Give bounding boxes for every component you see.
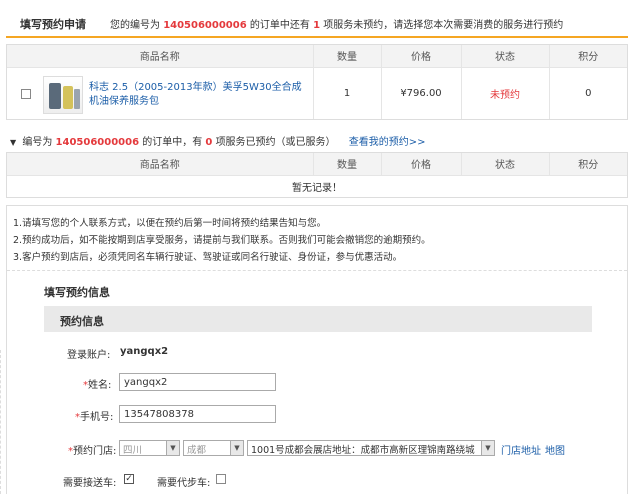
name-field[interactable] <box>119 373 276 391</box>
account-value: yangqx2 <box>120 346 169 357</box>
col-points: 积分 <box>549 153 627 175</box>
col-points: 积分 <box>549 45 627 67</box>
product-link[interactable]: 科志 2.5（2005-2013年款）美孚5W30全合成机油保养服务包 <box>89 81 309 109</box>
table-row: 科志 2.5（2005-2013年款）美孚5W30全合成机油保养服务包 1 ¥7… <box>7 66 627 119</box>
store-select[interactable]: 1001号成都会展店地址：成都市高新区理锦南路绕城 ▼ <box>247 440 495 456</box>
booked-services-heading: ▼ 编号为 140506000006 的订单中，有 0 项服务已预约（或已服务）… <box>10 137 426 148</box>
phone-field[interactable] <box>119 405 276 423</box>
form-section-title: 填写预约信息 <box>44 286 110 299</box>
select-service-checkbox[interactable] <box>21 88 31 99</box>
col-status: 状态 <box>461 45 550 67</box>
booked-services-table: 商品名称 数量 价格 状态 积分 暂无记录！ <box>6 152 628 198</box>
view-my-bookings-link[interactable]: 查看我的预约>> <box>349 137 426 148</box>
note-2: 2.预约成功后，如不能按期到店享受服务，请提前与我们联系。否则我们可能会撤销您的… <box>13 235 431 246</box>
col-quantity: 数量 <box>313 45 382 67</box>
booked-count: 0 <box>205 137 213 148</box>
pending-services-table: 商品名称 数量 价格 状态 积分 科志 2.5（2005-2013年款）美孚5W… <box>6 44 628 120</box>
points-cell: 0 <box>549 66 627 119</box>
product-image <box>43 75 83 114</box>
pickup-label: 需要接送车: <box>63 478 117 489</box>
pickup-checkbox[interactable] <box>124 474 134 484</box>
booking-form-panel: 1.请填写您的个人联系方式，以便在预约后第一时间将预约结果告知与您。 2.预约成… <box>6 205 628 494</box>
note-1: 1.请填写您的个人联系方式，以便在预约后第一时间将预约结果告知与您。 <box>13 218 327 229</box>
form-panel-title: 预约信息 <box>60 315 104 328</box>
chevron-down-icon: ▼ <box>481 441 494 455</box>
page-title: 填写预约申请 <box>20 18 86 31</box>
substitute-car-checkbox[interactable] <box>216 474 226 484</box>
divider <box>0 350 1 494</box>
divider <box>7 270 627 271</box>
account-label: 登录账户: <box>67 350 111 361</box>
remaining-count: 1 <box>313 20 321 31</box>
chevron-down-icon: ▼ <box>10 138 17 147</box>
col-product-name: 商品名称 <box>7 153 314 175</box>
substitute-car-label: 需要代步车: <box>157 478 211 489</box>
province-select[interactable]: 四川 ▼ <box>119 440 180 456</box>
phone-label: *手机号: <box>75 412 114 423</box>
order-summary: 您的编号为 140506000006 的订单中还有 1 项服务未预约，请选择您本… <box>110 20 564 31</box>
booked-order-number: 140506000006 <box>55 137 140 148</box>
name-label: *姓名: <box>83 380 112 391</box>
col-price: 价格 <box>381 153 462 175</box>
city-select[interactable]: 成都 ▼ <box>183 440 244 456</box>
status-cell: 未预约 <box>461 66 550 119</box>
form-panel-header: 预约信息 <box>44 306 592 332</box>
quantity-cell: 1 <box>313 66 382 119</box>
map-link[interactable]: 地图 <box>545 442 565 457</box>
col-quantity: 数量 <box>313 153 382 175</box>
empty-record-text: 暂无记录！ <box>7 174 627 197</box>
chevron-down-icon: ▼ <box>166 441 179 455</box>
price-cell: ¥796.00 <box>381 66 462 119</box>
product-cell: 科志 2.5（2005-2013年款）美孚5W30全合成机油保养服务包 <box>7 66 314 119</box>
col-status: 状态 <box>461 153 550 175</box>
page-header: 填写预约申请 您的编号为 140506000006 的订单中还有 1 项服务未预… <box>6 6 628 38</box>
order-number: 140506000006 <box>163 20 247 31</box>
col-product-name: 商品名称 <box>7 45 314 67</box>
chevron-down-icon: ▼ <box>230 441 243 455</box>
store-address-link[interactable]: 门店地址 <box>501 442 541 457</box>
note-3: 3.客户预约到店后，必须凭同名车辆行驶证、驾驶证或同名行驶证、身份证，参与优惠活… <box>13 252 403 263</box>
col-price: 价格 <box>381 45 462 67</box>
store-label: *预约门店: <box>68 446 117 457</box>
